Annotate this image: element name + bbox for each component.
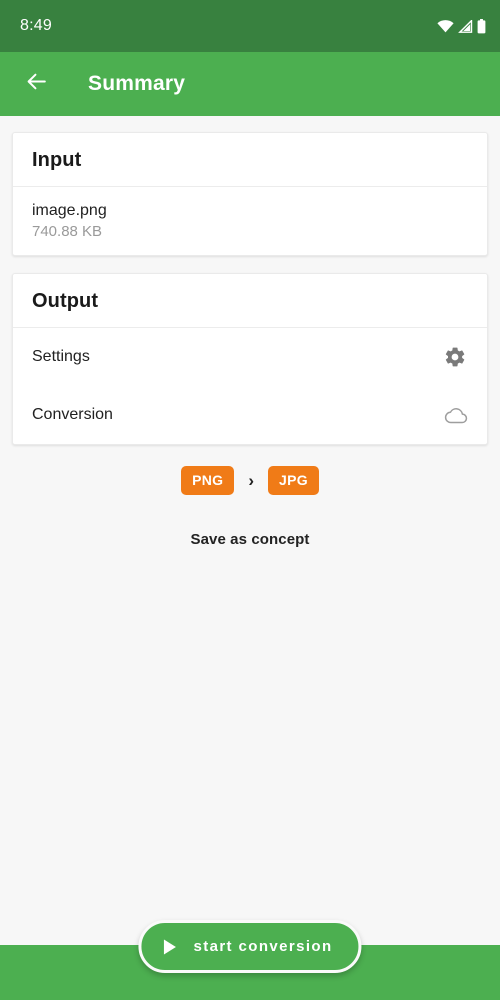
input-card: Input image.png 740.88 KB (12, 132, 488, 256)
source-format-badge[interactable]: PNG (181, 466, 235, 495)
app-root: 8:49 Summary Input image.png 740.88 KB O… (0, 0, 500, 1000)
wifi-icon (437, 19, 454, 33)
start-conversion-label: start conversion (193, 938, 333, 955)
back-button[interactable] (16, 64, 56, 104)
output-conversion-texts: Conversion (32, 406, 113, 424)
input-file-texts: image.png 740.88 KB (32, 202, 107, 240)
output-settings-texts: Settings (32, 348, 90, 366)
output-card: Output Settings Conversion (12, 273, 488, 445)
chevron-right-icon: › (248, 470, 254, 490)
output-row-conversion[interactable]: Conversion (13, 386, 487, 444)
input-file-row[interactable]: image.png 740.88 KB (13, 187, 487, 255)
save-as-concept-button[interactable]: Save as concept (12, 531, 488, 548)
arrow-left-icon (24, 69, 49, 99)
battery-icon (477, 18, 486, 34)
input-file-name: image.png (32, 202, 107, 219)
cellular-signal-icon (458, 19, 473, 33)
main-content: Input image.png 740.88 KB Output Setting… (0, 116, 500, 1000)
status-bar: 8:49 (0, 0, 500, 52)
output-card-header: Output (32, 290, 99, 312)
output-row-settings[interactable]: Settings (13, 328, 487, 386)
start-conversion-button[interactable]: start conversion (138, 920, 362, 973)
page-title: Summary (88, 72, 186, 95)
app-bar: Summary (0, 52, 500, 116)
play-icon (161, 938, 178, 956)
status-bar-icons (437, 18, 486, 34)
status-bar-clock: 8:49 (20, 17, 52, 34)
format-conversion-row: PNG › JPG (12, 466, 488, 495)
output-settings-label: Settings (32, 348, 90, 365)
input-card-header: Input (32, 149, 82, 171)
input-file-size: 740.88 KB (32, 223, 103, 240)
gear-icon[interactable] (442, 344, 468, 370)
output-conversion-label: Conversion (32, 406, 113, 423)
target-format-badge[interactable]: JPG (268, 466, 319, 495)
cloud-icon[interactable] (442, 402, 468, 428)
